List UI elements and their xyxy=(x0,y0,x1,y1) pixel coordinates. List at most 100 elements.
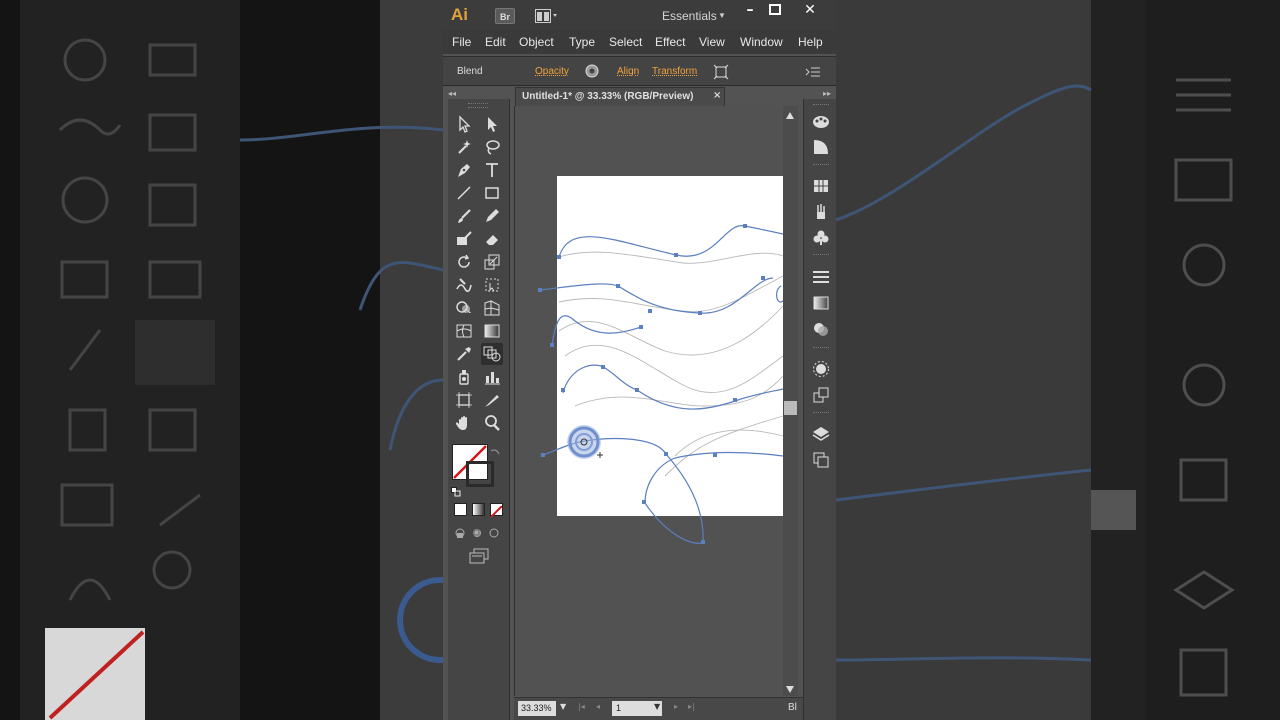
color-mode-button[interactable] xyxy=(454,503,467,516)
isolate-group-icon[interactable] xyxy=(713,64,729,80)
minimize-icon[interactable]: – xyxy=(738,0,762,20)
menu-help[interactable]: Help xyxy=(798,35,823,49)
zoom-dropdown-icon[interactable]: ▼ xyxy=(560,702,566,711)
brushes-panel-icon[interactable] xyxy=(811,202,831,222)
type-tool-icon[interactable] xyxy=(481,159,503,181)
workspace-switcher[interactable]: Essentials xyxy=(662,9,717,23)
status-bar: 33.33% ▼ |◂ ◂ 1 ▼ ▸ ▸| Bl xyxy=(514,697,818,720)
graphic-styles-icon[interactable] xyxy=(811,385,831,405)
background-blur-left xyxy=(0,0,443,720)
title-bar: Ai Br Essentials ▼ – ✕ xyxy=(443,0,836,30)
zoom-tool-icon[interactable] xyxy=(481,412,503,434)
docked-panels xyxy=(803,99,836,720)
panel-grip[interactable] xyxy=(468,103,488,108)
color-guide-icon[interactable] xyxy=(811,137,831,157)
next-artboard-icon[interactable]: ▸ xyxy=(674,702,678,711)
document-canvas[interactable] xyxy=(514,106,801,696)
pen-tool-icon[interactable] xyxy=(453,159,475,181)
lasso-tool-icon[interactable] xyxy=(481,136,503,158)
appearance-panel-icon[interactable] xyxy=(811,359,831,379)
menu-effect[interactable]: Effect xyxy=(655,35,685,49)
menu-bar: File Edit Object Type Select Effect View… xyxy=(443,30,836,54)
document-tab-title: Untitled-1* @ 33.33% (RGB/Preview) xyxy=(522,91,694,102)
transform-link[interactable]: Transform xyxy=(652,66,697,77)
warp-tool-icon[interactable] xyxy=(453,274,475,296)
panel-grip[interactable] xyxy=(813,104,829,107)
maximize-icon[interactable] xyxy=(763,0,787,20)
close-icon[interactable]: ✕ xyxy=(798,0,822,20)
swatches-panel-icon[interactable] xyxy=(811,176,831,196)
line-segment-tool-icon[interactable] xyxy=(453,182,475,204)
menu-object[interactable]: Object xyxy=(519,35,554,49)
eraser-tool-icon[interactable] xyxy=(481,228,503,250)
gradient-panel-icon[interactable] xyxy=(811,293,831,313)
transparency-panel-icon[interactable] xyxy=(811,319,831,339)
scale-tool-icon[interactable] xyxy=(481,251,503,273)
hand-tool-icon[interactable] xyxy=(453,412,475,434)
artwork-paths xyxy=(538,224,784,544)
align-link[interactable]: Align xyxy=(617,66,639,77)
artboard-tool-icon[interactable] xyxy=(453,389,475,411)
menu-file[interactable]: File xyxy=(452,35,471,49)
bridge-button[interactable]: Br xyxy=(495,8,515,24)
rectangle-tool-icon[interactable] xyxy=(481,182,503,204)
direct-selection-tool-icon[interactable] xyxy=(481,113,503,135)
control-bar: Blend Opacity Align Transform xyxy=(443,56,836,86)
blend-tool-icon[interactable] xyxy=(481,343,503,365)
panel-separator xyxy=(813,412,829,415)
pencil-tool-icon[interactable] xyxy=(481,205,503,227)
last-artboard-icon[interactable]: ▸| xyxy=(688,702,695,711)
recolor-artwork-icon[interactable] xyxy=(584,63,600,79)
previous-artboard-icon[interactable]: ◂ xyxy=(596,702,600,711)
symbol-sprayer-tool-icon[interactable] xyxy=(453,366,475,388)
close-tab-icon[interactable]: × xyxy=(713,90,721,101)
column-graph-tool-icon[interactable] xyxy=(481,366,503,388)
menu-edit[interactable]: Edit xyxy=(485,35,506,49)
color-panel-icon[interactable] xyxy=(811,112,831,132)
shape-builder-tool-icon[interactable] xyxy=(453,297,475,319)
screen-mode-icon[interactable] xyxy=(468,548,490,564)
paintbrush-tool-icon[interactable] xyxy=(453,205,475,227)
menu-type[interactable]: Type xyxy=(569,35,595,49)
vertical-scrollbar[interactable] xyxy=(783,106,798,696)
swap-fill-stroke-icon[interactable] xyxy=(490,445,500,455)
artboard-dropdown-icon[interactable]: ▼ xyxy=(654,702,660,711)
collapse-panels-icon[interactable]: ▸▸ xyxy=(823,89,831,98)
eyedropper-tool-icon[interactable] xyxy=(453,343,475,365)
selection-type-label: Blend xyxy=(457,66,483,77)
blob-brush-tool-icon[interactable] xyxy=(453,228,475,250)
document-tab[interactable]: Untitled-1* @ 33.33% (RGB/Preview) × xyxy=(515,87,725,106)
slice-tool-icon[interactable] xyxy=(481,389,503,411)
collapse-tools-icon[interactable]: ◂◂ xyxy=(448,89,456,98)
mesh-tool-icon[interactable] xyxy=(453,320,475,342)
magic-wand-tool-icon[interactable] xyxy=(453,136,475,158)
free-transform-tool-icon[interactable] xyxy=(481,274,503,296)
menu-window[interactable]: Window xyxy=(740,35,783,49)
stroke-swatch[interactable] xyxy=(466,461,494,487)
first-artboard-icon[interactable]: |◂ xyxy=(578,702,585,711)
selection-tool-icon[interactable] xyxy=(453,113,475,135)
blend-cursor xyxy=(567,425,603,459)
default-fill-stroke-icon[interactable] xyxy=(451,484,461,497)
drawing-modes-icon[interactable] xyxy=(454,526,502,540)
stroke-panel-icon[interactable] xyxy=(811,267,831,287)
arrange-documents-icon[interactable] xyxy=(535,8,561,24)
menu-select[interactable]: Select xyxy=(609,35,642,49)
zoom-level-field[interactable]: 33.33% xyxy=(518,701,556,716)
illustrator-window: Ai Br Essentials ▼ – ✕ File Edit Object … xyxy=(443,0,836,720)
tools-panel xyxy=(448,99,510,720)
symbols-panel-icon[interactable] xyxy=(811,228,831,248)
app-logo: Ai xyxy=(451,5,468,24)
opacity-link[interactable]: Opacity xyxy=(535,66,569,77)
panel-separator xyxy=(813,347,829,350)
rotate-tool-icon[interactable] xyxy=(453,251,475,273)
gradient-tool-icon[interactable] xyxy=(481,320,503,342)
gradient-mode-button[interactable] xyxy=(472,503,485,516)
menu-view[interactable]: View xyxy=(699,35,725,49)
perspective-grid-tool-icon[interactable] xyxy=(481,297,503,319)
control-panel-menu-icon[interactable] xyxy=(805,65,821,79)
chevron-down-icon: ▼ xyxy=(718,11,726,20)
layers-panel-icon[interactable] xyxy=(811,424,831,444)
none-mode-button[interactable] xyxy=(490,503,503,518)
artboards-panel-icon[interactable] xyxy=(811,450,831,470)
